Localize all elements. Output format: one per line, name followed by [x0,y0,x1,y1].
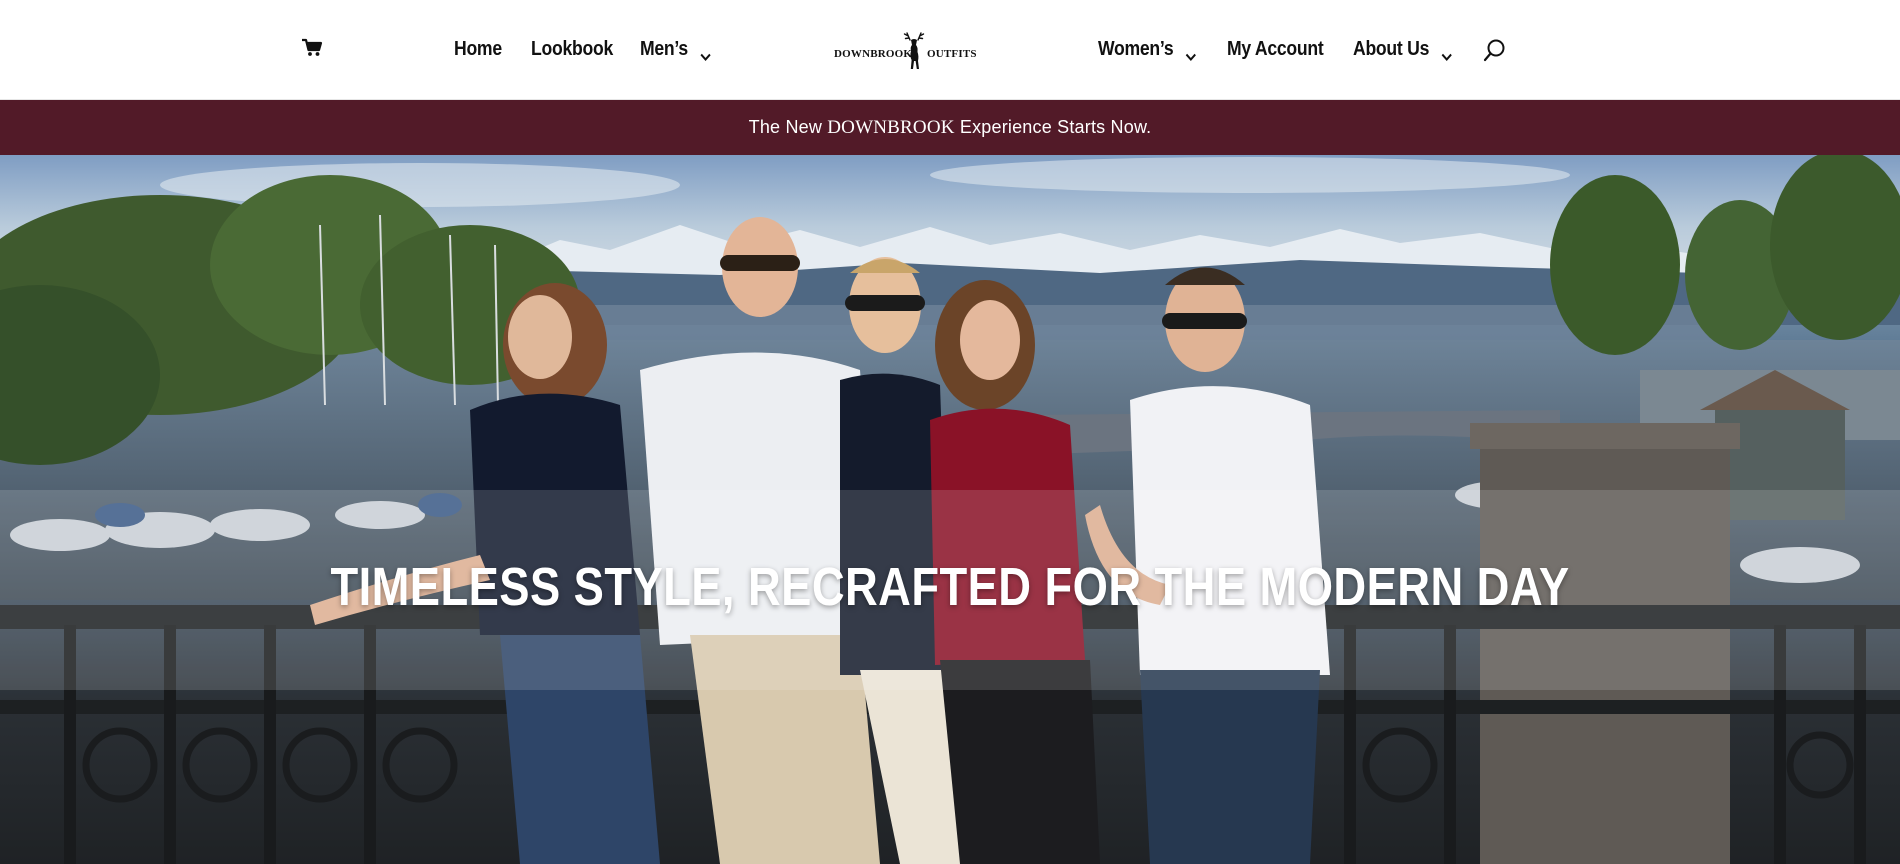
nav-womens-label: Women’s [1098,38,1174,60]
nav-mens[interactable]: Men’s [640,36,711,62]
nav-about-us[interactable]: About Us [1353,36,1452,62]
logo[interactable]: DOWNBROOK OUTFITS [834,30,977,70]
cart-icon[interactable] [301,38,323,58]
hero-banner: TIMELESS STYLE, RECRAFTED FOR THE MODERN… [0,155,1900,864]
search-icon[interactable] [1483,38,1507,64]
announcement-suffix: Experience Starts Now. [954,117,1152,137]
announcement-bar: The New DOWNBROOK Experience Starts Now. [0,100,1900,155]
nav-womens[interactable]: Women’s [1098,36,1197,62]
chevron-down-icon [700,43,711,62]
stag-icon [903,32,925,69]
nav-my-account-label: My Account [1227,38,1324,60]
chevron-down-icon [1185,43,1196,62]
chevron-down-icon [1441,43,1452,62]
announcement-brand: DOWNBROOK [827,117,955,138]
nav-lookbook-label: Lookbook [531,38,613,60]
logo-wordmark-left: DOWNBROOK [834,48,913,60]
site-header: Home Lookbook Men’s DOWNBROOK OUTFITS Wo… [0,0,1900,100]
nav-home[interactable]: Home [454,36,502,62]
nav-about-us-label: About Us [1353,38,1430,60]
nav-home-label: Home [454,38,502,60]
nav-my-account[interactable]: My Account [1227,36,1324,62]
nav-mens-label: Men’s [640,38,688,60]
logo-wordmark-right: OUTFITS [927,48,977,60]
hero-title: TIMELESS STYLE, RECRAFTED FOR THE MODERN… [330,557,1570,617]
announcement-prefix: The New [748,117,828,137]
nav-lookbook[interactable]: Lookbook [531,36,613,62]
